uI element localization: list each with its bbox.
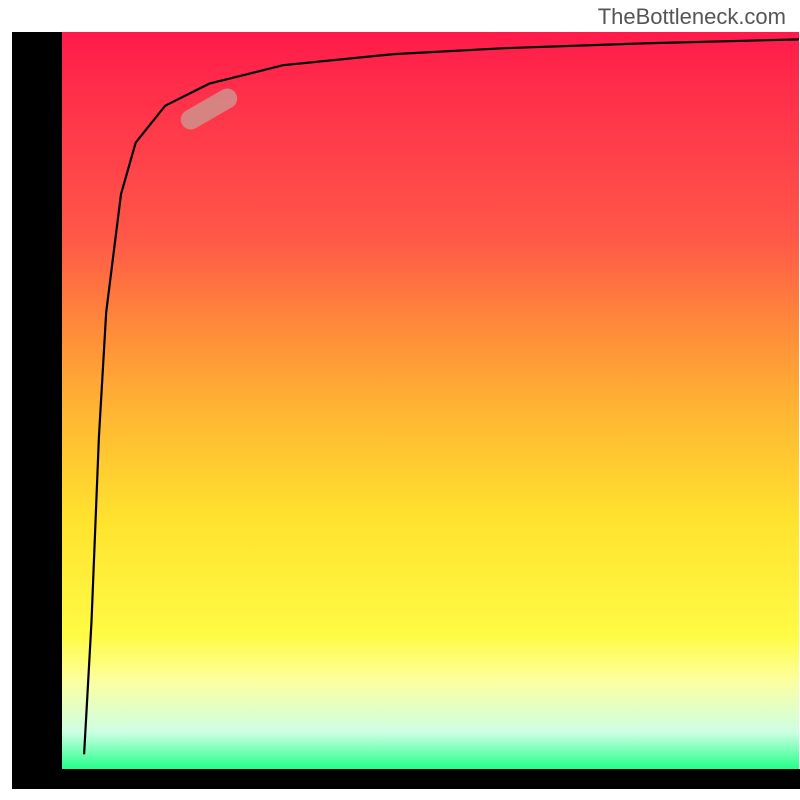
line-curve (62, 32, 799, 769)
y-axis (12, 32, 62, 769)
attribution-label: TheBottleneck.com (598, 4, 786, 30)
chart-container: TheBottleneck.com (0, 0, 800, 800)
x-axis (12, 769, 800, 789)
